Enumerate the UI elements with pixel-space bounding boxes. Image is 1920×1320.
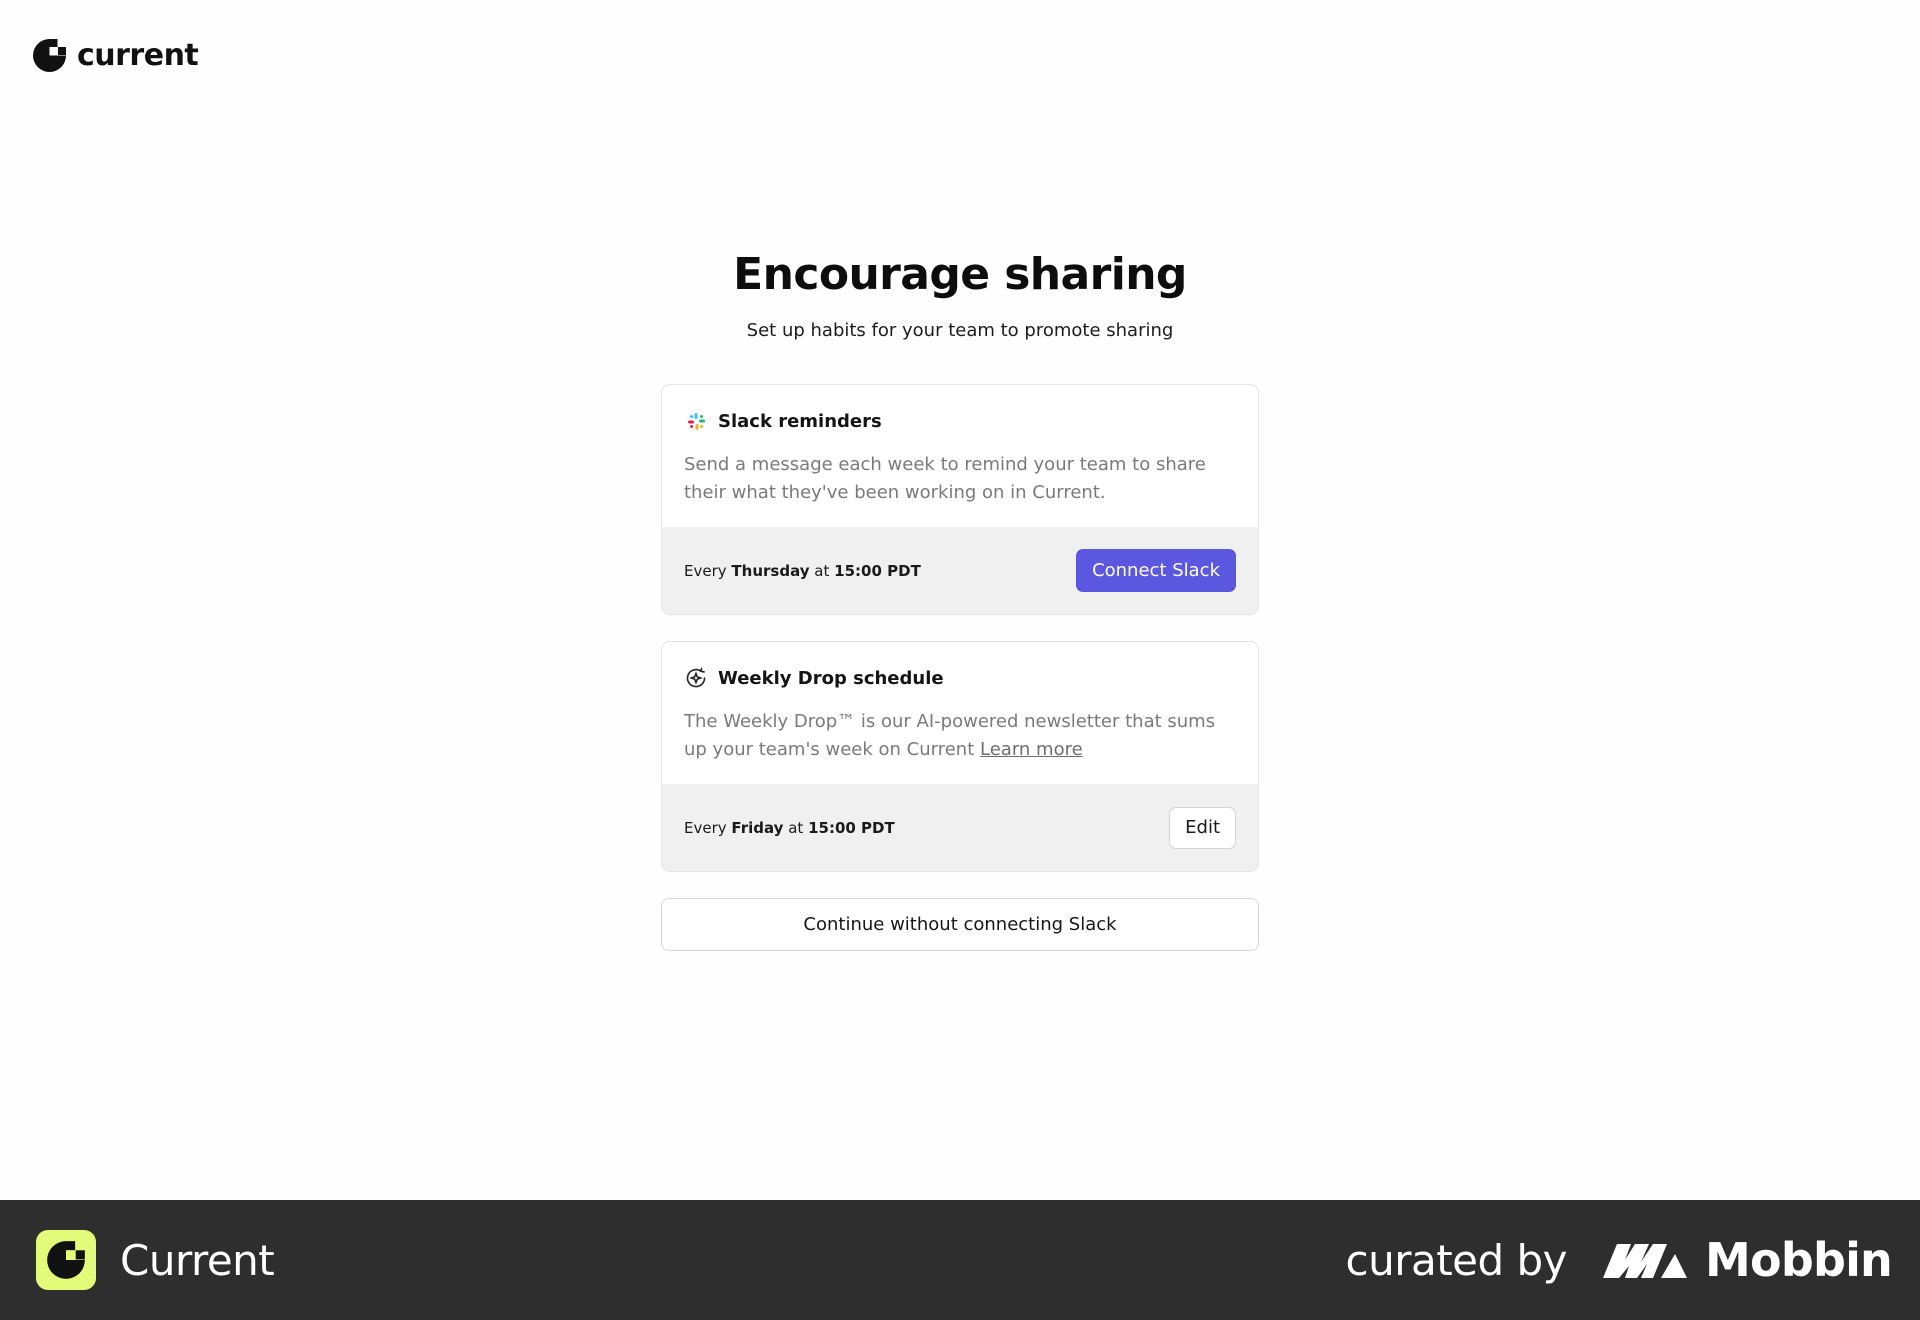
current-logo-icon: [47, 1241, 85, 1279]
curator-attribution: curated by Mobbin: [1345, 1233, 1892, 1287]
attribution-bar: Current curated by Mobbin: [0, 1200, 1920, 1320]
schedule-time: 15:00 PDT: [808, 818, 895, 837]
card-title: Weekly Drop schedule: [718, 667, 944, 689]
schedule-connector: at: [814, 561, 830, 580]
card-body: Weekly Drop schedule The Weekly Drop™ is…: [662, 642, 1258, 784]
learn-more-link[interactable]: Learn more: [980, 739, 1083, 760]
card-title: Slack reminders: [718, 410, 882, 432]
schedule-prefix: Every: [684, 818, 727, 837]
schedule-day: Friday: [731, 818, 784, 837]
schedule-day: Thursday: [731, 561, 810, 580]
page-title: Encourage sharing: [733, 249, 1187, 300]
connect-slack-button[interactable]: Connect Slack: [1076, 549, 1236, 592]
sparkle-refresh-icon: [684, 666, 708, 690]
schedule-text: Every Thursday at 15:00 PDT: [684, 562, 921, 580]
card-body: Slack reminders Send a message each week…: [662, 385, 1258, 527]
card-header: Slack reminders: [684, 409, 1236, 433]
slack-reminders-card: Slack reminders Send a message each week…: [661, 384, 1259, 615]
schedule-prefix: Every: [684, 561, 727, 580]
current-logo-icon: [33, 39, 66, 72]
page-subtitle: Set up habits for your team to promote s…: [746, 320, 1174, 341]
card-header: Weekly Drop schedule: [684, 666, 1236, 690]
curated-by-label: curated by: [1345, 1235, 1568, 1285]
mobbin-logo: Mobbin: [1601, 1233, 1893, 1287]
app-icon-badge: [36, 1230, 96, 1290]
mobbin-wordmark: Mobbin: [1705, 1233, 1893, 1287]
card-footer: Every Friday at 15:00 PDT Edit: [662, 784, 1258, 871]
page: current Encourage sharing Set up habits …: [0, 0, 1920, 1320]
slack-icon: [684, 409, 708, 433]
schedule-text: Every Friday at 15:00 PDT: [684, 819, 895, 837]
app-attribution: Current: [36, 1230, 275, 1290]
edit-schedule-button[interactable]: Edit: [1169, 806, 1236, 849]
card-description: The Weekly Drop™ is our AI-powered newsl…: [684, 708, 1236, 764]
onboarding-content: Encourage sharing Set up habits for your…: [661, 246, 1259, 951]
weekly-drop-card: Weekly Drop schedule The Weekly Drop™ is…: [661, 641, 1259, 872]
mobbin-logo-icon: [1603, 1244, 1688, 1278]
app-logo[interactable]: current: [32, 38, 199, 73]
schedule-time: 15:00 PDT: [834, 561, 921, 580]
schedule-connector: at: [788, 818, 804, 837]
card-footer: Every Thursday at 15:00 PDT Connect Slac…: [662, 527, 1258, 614]
continue-without-slack-button[interactable]: Continue without connecting Slack: [661, 898, 1259, 951]
card-description-text: The Weekly Drop™ is our AI-powered newsl…: [684, 711, 1216, 760]
app-name: Current: [120, 1235, 275, 1285]
logo-wordmark: current: [77, 38, 199, 73]
card-description: Send a message each week to remind your …: [684, 454, 1206, 503]
